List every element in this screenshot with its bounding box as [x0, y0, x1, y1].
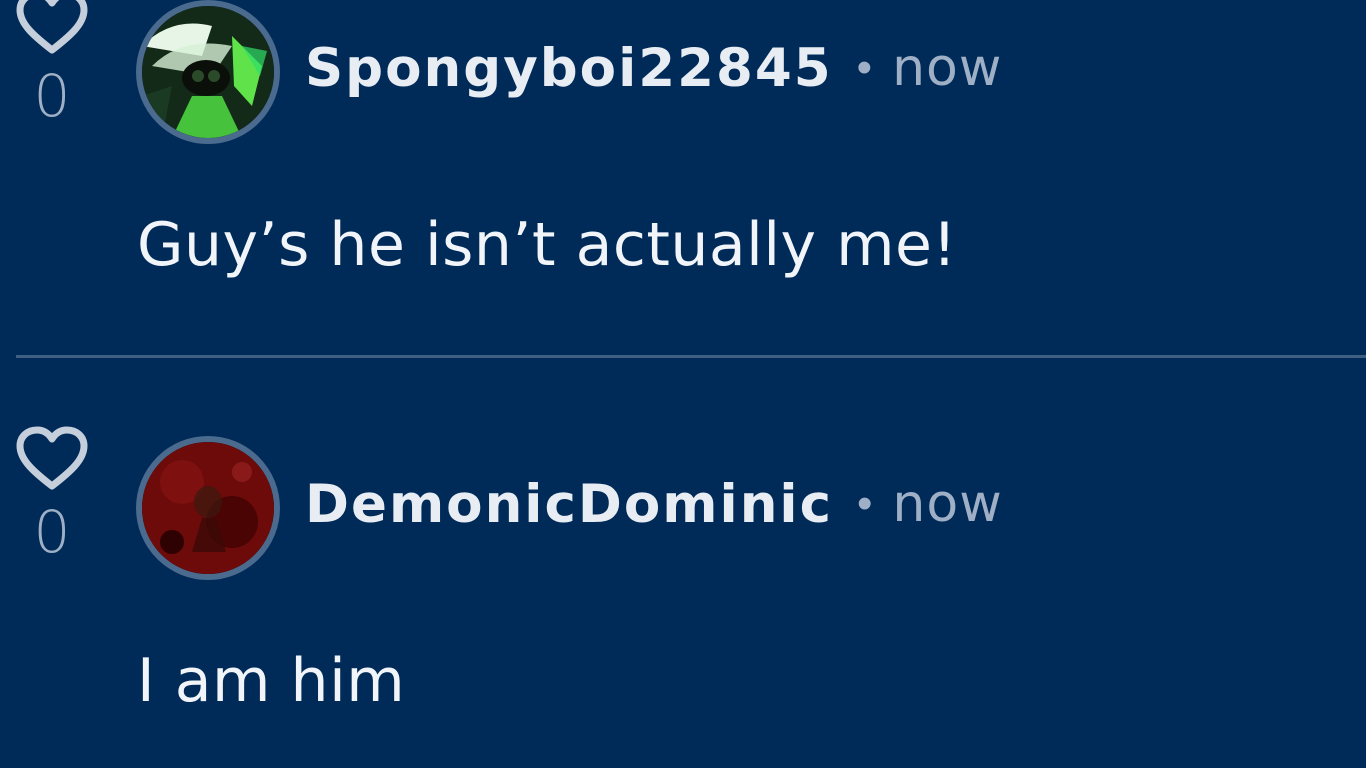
like-count: 0	[33, 498, 71, 566]
timestamp: now	[892, 474, 1003, 534]
like-count: 0	[33, 62, 71, 130]
comment-text: Guy’s he isn’t actually me!	[137, 210, 957, 280]
separator-dot: •	[857, 479, 873, 528]
heart-icon[interactable]	[14, 0, 90, 56]
comment-text: I am him	[137, 646, 406, 716]
green-character-avatar-icon	[142, 6, 274, 138]
comment-meta: Spongyboi22845 • now	[305, 30, 1002, 106]
username-link[interactable]: DemonicDominic	[305, 474, 833, 535]
comment-meta: DemonicDominic • now	[305, 466, 1003, 542]
timestamp: now	[892, 38, 1003, 98]
avatar[interactable]	[136, 0, 280, 144]
like-column: 0	[14, 426, 90, 576]
heart-icon[interactable]	[14, 426, 90, 492]
username-link[interactable]: Spongyboi22845	[305, 38, 833, 99]
like-column: 0	[14, 0, 90, 140]
separator-dot: •	[856, 43, 873, 92]
avatar[interactable]	[136, 436, 280, 580]
divider	[16, 355, 1366, 358]
dark-red-avatar-icon	[142, 442, 274, 574]
